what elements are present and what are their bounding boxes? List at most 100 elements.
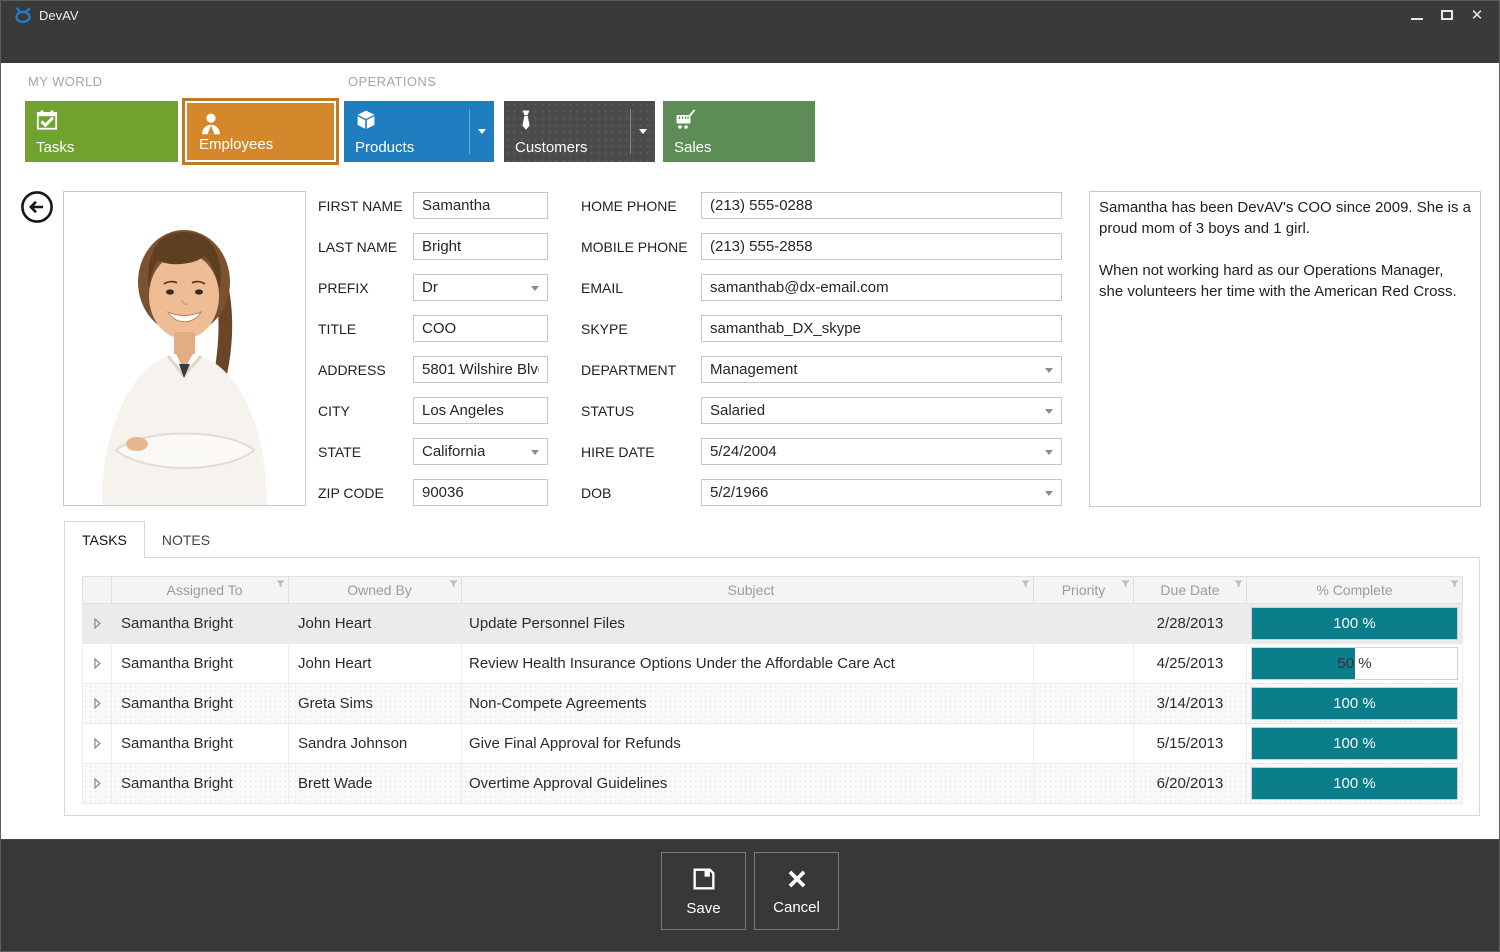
chevron-down-icon[interactable] [1045,409,1053,414]
chevron-down-icon[interactable] [531,286,539,291]
cancel-button-label: Cancel [773,899,820,916]
header-percent-complete[interactable]: % Complete [1246,577,1462,603]
form-row: CITYLos Angeles [318,397,548,424]
filter-icon[interactable] [1450,580,1459,588]
owned-by-cell: John Heart [288,644,461,683]
tile-customers-dropdown[interactable] [630,101,655,162]
tile-employees[interactable]: Employees [182,98,339,165]
tab-tasks[interactable]: TASKS [64,521,145,558]
save-floppy-icon [690,865,718,893]
home-phone-field[interactable]: (213) 555-0288 [701,192,1062,219]
field-value: Salaried [710,402,765,419]
title-field[interactable]: COO [413,315,548,342]
tile-sales[interactable]: Sales [663,101,815,162]
dob-label: DOB [581,485,701,501]
expand-arrow-icon [94,658,101,669]
address-field[interactable]: 5801 Wilshire Blvd. [413,356,548,383]
tile-products[interactable]: Products [344,101,494,162]
row-expander[interactable] [83,724,111,763]
header-subject[interactable]: Subject [461,577,1033,603]
bio-memo[interactable]: Samantha has been DevAV's COO since 2009… [1089,191,1481,507]
close-button[interactable]: ✕ [1465,5,1489,25]
form-row: TITLECOO [318,315,548,342]
form-row: SKYPEsamanthab_DX_skype [581,315,1062,342]
first-name-field[interactable]: Samantha [413,192,548,219]
prefix-label: PREFIX [318,280,413,296]
zip-code-field[interactable]: 90036 [413,479,548,506]
header-priority[interactable]: Priority [1033,577,1133,603]
tile-tasks[interactable]: Tasks [25,101,178,162]
chevron-down-icon[interactable] [1045,450,1053,455]
field-value: (213) 555-2858 [710,238,813,255]
due-date-cell: 5/15/2013 [1133,724,1246,763]
table-row[interactable]: Samantha BrightJohn HeartUpdate Personne… [83,604,1462,644]
tile-products-label: Products [355,139,414,156]
filter-icon[interactable] [449,580,458,588]
city-field[interactable]: Los Angeles [413,397,548,424]
skype-field[interactable]: samanthab_DX_skype [701,315,1062,342]
back-button[interactable] [20,190,54,224]
subject-cell: Update Personnel Files [461,604,1033,643]
form-row: MOBILE PHONE(213) 555-2858 [581,233,1062,260]
priority-cell [1033,764,1133,803]
table-row[interactable]: Samantha BrightBrett WadeOvertime Approv… [83,764,1462,804]
filter-icon[interactable] [1234,580,1243,588]
hire-date-field[interactable]: 5/24/2004 [701,438,1062,465]
row-expander[interactable] [83,644,111,683]
tab-notes[interactable]: NOTES [145,521,227,558]
header-owned-by[interactable]: Owned By [288,577,461,603]
field-value: California [422,443,485,460]
tabstrip: TASKS NOTES [64,521,227,558]
priority-cell [1033,724,1133,763]
chevron-down-icon[interactable] [1045,368,1053,373]
header-assigned-to[interactable]: Assigned To [111,577,288,603]
filter-icon[interactable] [276,580,285,588]
city-label: CITY [318,403,413,419]
skype-label: SKYPE [581,321,701,337]
filter-icon[interactable] [1021,580,1030,588]
department-field[interactable]: Management [701,356,1062,383]
cancel-button[interactable]: Cancel [754,852,839,930]
percent-complete-cell: 100 % [1246,684,1462,723]
tile-products-dropdown[interactable] [469,101,494,162]
form-row: EMAILsamanthab@dx-email.com [581,274,1062,301]
save-button[interactable]: Save [661,852,746,930]
assigned-to-cell: Samantha Bright [111,724,288,763]
app-window: DevAV ✕ MY WORLD OPERATIONS Tasks [0,0,1500,952]
row-expander[interactable] [83,604,111,643]
chevron-down-icon[interactable] [531,450,539,455]
row-expander[interactable] [83,684,111,723]
subject-cell: Give Final Approval for Refunds [461,724,1033,763]
status-field[interactable]: Salaried [701,397,1062,424]
owned-by-cell: Greta Sims [288,684,461,723]
ribbon-tiles: Tasks Employees Products Cus [25,98,815,165]
last-name-field[interactable]: Bright [413,233,548,260]
table-row[interactable]: Samantha BrightSandra JohnsonGive Final … [83,724,1462,764]
email-field[interactable]: samanthab@dx-email.com [701,274,1062,301]
field-value: Samantha [422,197,490,214]
chevron-down-icon[interactable] [1045,491,1053,496]
dob-field[interactable]: 5/2/1966 [701,479,1062,506]
form-row: STATUSSalaried [581,397,1062,424]
filter-icon[interactable] [1121,580,1130,588]
header-due-date[interactable]: Due Date [1133,577,1246,603]
mobile-phone-field[interactable]: (213) 555-2858 [701,233,1062,260]
title-label: TITLE [318,321,413,337]
titlebar: DevAV ✕ [1,1,1499,63]
state-label: STATE [318,444,413,460]
person-icon [198,111,224,137]
field-value: Management [710,361,798,378]
table-row[interactable]: Samantha BrightJohn HeartReview Health I… [83,644,1462,684]
tile-customers[interactable]: Customers [504,101,655,162]
row-expander[interactable] [83,764,111,803]
prefix-field[interactable]: Dr [413,274,548,301]
due-date-cell: 3/14/2013 [1133,684,1246,723]
department-label: DEPARTMENT [581,362,701,378]
header-label: Due Date [1160,582,1219,598]
bio-paragraph-1: Samantha has been DevAV's COO since 2009… [1099,197,1471,239]
minimize-button[interactable] [1405,5,1429,25]
state-field[interactable]: California [413,438,548,465]
due-date-cell: 2/28/2013 [1133,604,1246,643]
maximize-button[interactable] [1435,5,1459,25]
table-row[interactable]: Samantha BrightGreta SimsNon-Compete Agr… [83,684,1462,724]
